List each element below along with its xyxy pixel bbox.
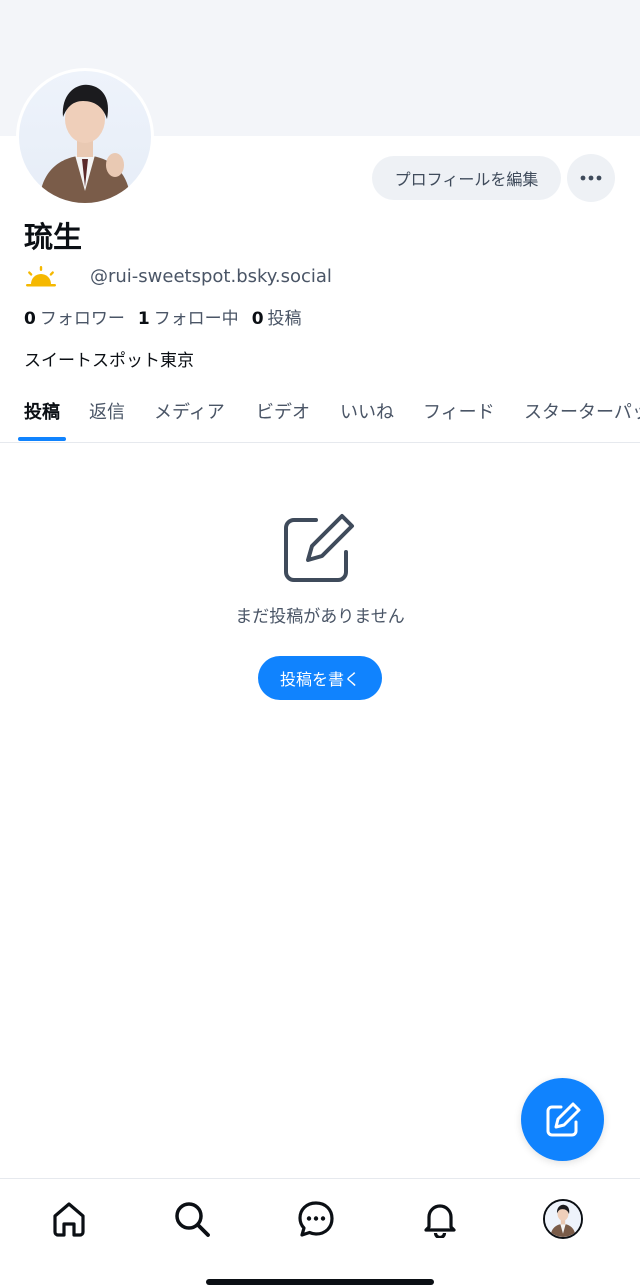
home-indicator [206,1279,434,1285]
posts-number: 0 [251,309,264,329]
edit-icon [284,514,354,582]
profile-bio: スイートスポット東京 [24,351,194,371]
profile-tabs: 投稿 返信 メディア ビデオ いいね フィード スターターパック [0,384,640,443]
followers-number: 0 [24,309,36,329]
profile-avatar-small [543,1199,583,1239]
following-count[interactable]: 1 フォロー中 [138,304,239,329]
display-name: 琉生 [24,220,83,254]
tab-likes[interactable]: いいね [340,398,394,424]
profile-handle: @rui-sweetspot.bsky.social [90,265,332,287]
profile-stats: 0 フォロワー 1 フォロー中 0 投稿 [24,304,315,329]
edit-profile-button[interactable]: プロフィールを編集 [372,156,561,200]
bottom-navigation [0,1178,640,1287]
empty-state-message: まだ投稿がありません [235,607,405,627]
tab-media[interactable]: メディア [154,398,225,424]
posts-count: 0 投稿 [252,304,302,329]
tab-feeds[interactable]: フィード [423,398,495,424]
active-tab-indicator [18,437,66,441]
following-label: フォロー中 [153,309,239,329]
tab-starter-packs[interactable]: スターターパック [524,398,640,424]
chat-icon [298,1201,334,1237]
nav-search[interactable] [172,1199,212,1239]
bell-icon [424,1204,456,1238]
tab-videos[interactable]: ビデオ [256,398,310,424]
ellipsis-icon [580,175,602,181]
followers-count[interactable]: 0 フォロワー [24,304,125,329]
write-post-button[interactable]: 投稿を書く [258,656,382,700]
nav-home[interactable] [49,1199,89,1239]
posts-label: 投稿 [267,309,302,329]
more-options-button[interactable] [567,154,615,202]
sun-icon [26,266,56,287]
tab-posts[interactable]: 投稿 [24,398,60,424]
compose-icon [546,1102,580,1136]
nav-notifications[interactable] [420,1199,460,1239]
home-icon [53,1202,85,1237]
search-icon [175,1202,210,1237]
profile-avatar[interactable] [16,68,154,206]
compose-fab-button[interactable] [521,1078,604,1161]
following-number: 1 [137,309,150,329]
tab-replies[interactable]: 返信 [89,398,125,424]
nav-profile[interactable] [543,1199,583,1239]
followers-label: フォロワー [39,309,125,329]
nav-chat[interactable] [296,1199,336,1239]
